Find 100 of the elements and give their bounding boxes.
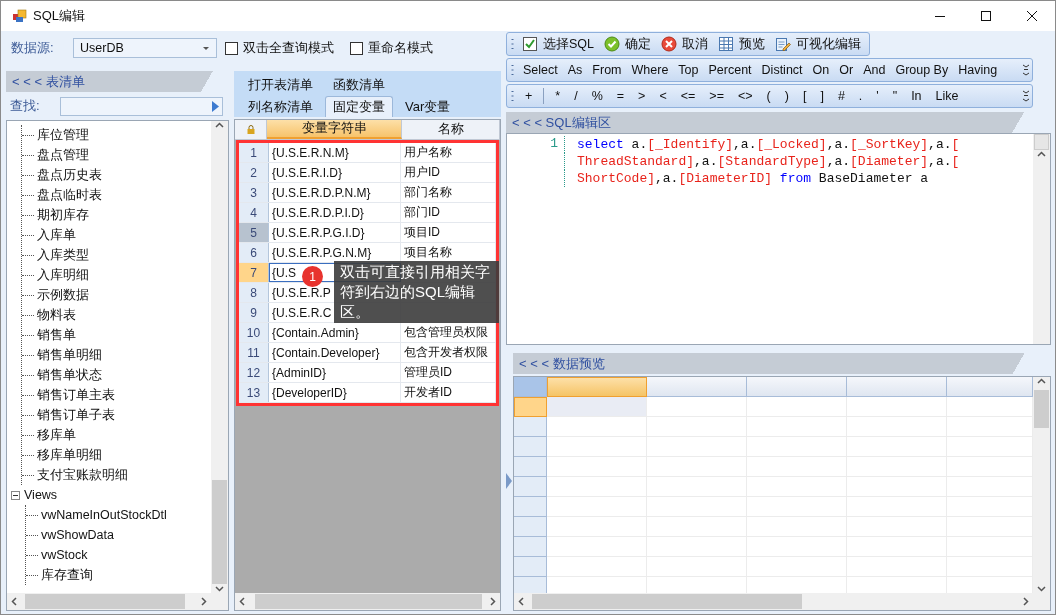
row-header[interactable] [514, 457, 547, 477]
tree-item[interactable]: 入库单 [37, 226, 76, 244]
tree-item[interactable]: 库存查询 [41, 566, 93, 584]
keyword-button[interactable]: On [807, 59, 835, 81]
scroll-thumb[interactable] [212, 480, 227, 584]
tree-item[interactable]: 库位管理 [37, 126, 89, 144]
row-header[interactable] [514, 417, 547, 437]
keyword-button[interactable]: Percent [703, 59, 757, 81]
operator-button[interactable]: <= [673, 85, 703, 107]
operator-button[interactable]: = [609, 85, 632, 107]
keyword-button[interactable]: Distinct [756, 59, 808, 81]
row-header[interactable] [514, 497, 547, 517]
column-header[interactable] [847, 377, 947, 397]
keyword-button[interactable]: Group By [890, 59, 954, 81]
row-header[interactable]: 7 [239, 263, 269, 282]
column-header[interactable] [647, 377, 747, 397]
operator-button[interactable]: " [885, 85, 905, 107]
vertical-scrollbar[interactable] [1033, 134, 1050, 344]
keyword-button[interactable]: Where [626, 59, 674, 81]
row-header[interactable]: 12 [239, 363, 269, 382]
operator-button[interactable]: [ [795, 85, 814, 107]
operator-button[interactable]: ' [869, 85, 886, 107]
maximize-icon[interactable] [981, 11, 991, 21]
column-header[interactable] [547, 377, 647, 397]
row-header[interactable]: 1 [239, 143, 269, 162]
tab[interactable]: 函数清单 [325, 74, 393, 95]
tree-item[interactable]: 移库单 [37, 426, 76, 444]
row-header[interactable] [514, 517, 547, 537]
row-header[interactable]: 5 [239, 223, 269, 242]
select-all-corner[interactable] [514, 377, 547, 397]
row-header[interactable]: 2 [239, 163, 269, 182]
operator-button[interactable]: * [548, 85, 568, 107]
search-field[interactable] [60, 96, 223, 116]
tab[interactable]: Var变量 [397, 96, 459, 117]
scroll-thumb[interactable] [1034, 134, 1049, 150]
row-header[interactable] [514, 537, 547, 557]
tree-item[interactable]: 支付宝账款明细 [37, 466, 128, 484]
row-header[interactable]: 10 [239, 323, 269, 342]
scroll-down-icon[interactable] [215, 584, 224, 593]
close-icon[interactable] [1027, 11, 1037, 21]
horizontal-scrollbar[interactable] [514, 593, 1033, 610]
tree-item[interactable]: 盘点管理 [37, 146, 89, 164]
toolbar-button[interactable]: 选择SQL [518, 33, 600, 55]
keyword-button[interactable]: As [562, 59, 588, 81]
keyword-button[interactable]: Top [673, 59, 704, 81]
keyword-button[interactable]: Having [953, 59, 1003, 81]
datasource-dropdown[interactable]: UserDB [73, 38, 217, 58]
row-header[interactable]: 13 [239, 383, 269, 402]
operator-button[interactable]: >= [702, 85, 731, 107]
operator-button[interactable]: ) [777, 85, 796, 107]
tree-item[interactable]: 期初库存 [37, 206, 89, 224]
scroll-thumb[interactable] [25, 594, 185, 609]
scroll-left-icon[interactable] [10, 597, 19, 606]
scroll-down-icon[interactable] [1037, 584, 1046, 593]
scroll-up-icon[interactable] [1037, 377, 1046, 386]
row-header[interactable]: 8 [239, 283, 269, 302]
scroll-up-icon[interactable] [1037, 150, 1046, 159]
row-header[interactable]: 4 [239, 203, 269, 222]
row-header[interactable]: 3 [239, 183, 269, 202]
operator-button[interactable]: + [518, 85, 540, 107]
grip-icon[interactable] [511, 64, 514, 76]
operator-button[interactable]: Like [928, 85, 966, 107]
tree-item[interactable]: vwStock [41, 548, 88, 562]
tree-item[interactable]: 入库类型 [37, 246, 89, 264]
splitter-arrow-icon[interactable] [506, 471, 512, 491]
grip-icon[interactable] [511, 90, 514, 102]
keyword-button[interactable]: Select [518, 59, 563, 81]
keyword-button[interactable]: Or [834, 59, 859, 81]
tree-item[interactable]: vwNameInOutStockDtl [41, 508, 167, 522]
row-header[interactable] [514, 437, 547, 457]
toolbar-button[interactable]: 取消 [657, 33, 714, 55]
operator-button[interactable]: <> [730, 85, 760, 107]
row-header[interactable] [514, 397, 547, 417]
operator-button[interactable]: > [631, 85, 653, 107]
tab[interactable]: 打开表清单 [240, 74, 321, 95]
tree-item[interactable]: 移库单明细 [37, 446, 102, 464]
tree-item[interactable]: 物料表 [37, 306, 76, 324]
operator-button[interactable]: ( [759, 85, 778, 107]
scroll-left-icon[interactable] [238, 597, 247, 606]
collapse-icon[interactable] [11, 490, 20, 500]
vertical-scrollbar[interactable] [211, 121, 228, 593]
row-header[interactable] [514, 557, 547, 577]
operator-button[interactable]: . [851, 85, 870, 107]
row-header[interactable]: 11 [239, 343, 269, 362]
toolbar-button[interactable]: 预览 [714, 33, 771, 55]
operator-button[interactable]: ] [813, 85, 831, 107]
triangle-arrow-icon[interactable] [212, 100, 219, 112]
tree-item[interactable]: 销售单状态 [37, 366, 102, 384]
row-header[interactable]: 6 [239, 243, 269, 262]
scroll-thumb[interactable] [255, 594, 482, 609]
tree-item[interactable]: 销售订单子表 [37, 406, 115, 424]
tree-item[interactable]: 入库明细 [37, 266, 89, 284]
tree-item[interactable]: 示例数据 [37, 286, 89, 304]
scroll-left-icon[interactable] [517, 597, 526, 606]
keyword-button[interactable]: And [858, 59, 891, 81]
operator-button[interactable]: < [652, 85, 674, 107]
sql-editor[interactable]: 1 select a.[_Identify],a.[_Locked],a.[_SortKey],a.[ ThreadStandard],a.[StandardType],a.[Diameter],a.[ ShortCode],a.[DiameterID] from BaseDiameter a [506, 133, 1051, 345]
column-header[interactable]: 变量字符串 [267, 120, 402, 139]
column-header[interactable]: 名称 [402, 120, 500, 139]
tree-item[interactable]: 盘点历史表 [37, 166, 102, 184]
